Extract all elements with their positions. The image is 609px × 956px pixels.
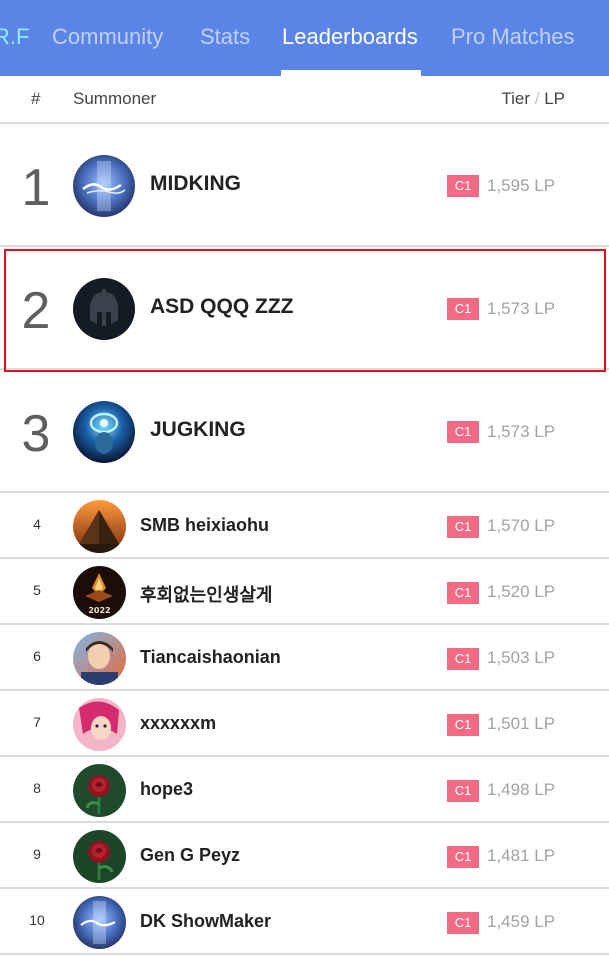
tier-badge: C1 [447, 648, 479, 670]
lp-header-label: LP [544, 89, 565, 108]
summoner-name[interactable]: Tiancaishaonian [140, 647, 281, 668]
league-points: 1,520 LP [487, 582, 556, 601]
summoner-name[interactable]: ASD QQQ ZZZ [150, 295, 294, 319]
rank-number: 5 [33, 582, 41, 598]
summoner-name[interactable]: DK ShowMaker [140, 911, 271, 932]
top-nav-tabs: R.F Community Stats Leaderboards Pro Mat… [0, 0, 609, 76]
tab-rf[interactable]: R.F [0, 24, 29, 50]
leaderboard-row[interactable]: 2 ASD QQQ ZZZ C1 1,573 LP [0, 247, 609, 370]
leaderboard-column-header: # Summoner Tier / LP [0, 76, 609, 124]
league-points: 1,503 LP [487, 648, 556, 667]
rank-number: 10 [29, 912, 45, 928]
rose-avatar [73, 830, 126, 883]
portrait-avatar [73, 632, 126, 685]
rank-number: 2 [21, 282, 51, 340]
league-points: 1,570 LP [487, 516, 556, 535]
summoner-name[interactable]: Gen G Peyz [140, 845, 240, 866]
2022-emblem-avatar: 2022 [73, 566, 126, 619]
svg-text:2022: 2022 [88, 606, 110, 615]
rank-number: 8 [33, 780, 41, 796]
tier-badge: C1 [447, 175, 479, 197]
leaderboard-row[interactable]: 1 MIDKING C1 1,595 LP [0, 124, 609, 247]
leaderboard-row[interactable]: 8 hope3 C1 1,498 LP [0, 757, 609, 823]
tier-badge: C1 [447, 780, 479, 802]
tier-badge: C1 [447, 516, 479, 538]
rank-number: 9 [33, 846, 41, 862]
rank-number: 3 [21, 405, 51, 463]
summoner-name[interactable]: hope3 [140, 779, 193, 800]
tab-leaderboards[interactable]: Leaderboards [282, 24, 418, 50]
tier-lp-column-header: Tier / LP [501, 89, 565, 109]
tier-badge: C1 [447, 421, 479, 443]
header-separator: / [534, 89, 540, 108]
summoner-name[interactable]: 후회없는인생살게 [140, 581, 272, 607]
pyramid-avatar [73, 500, 126, 553]
pink-hair-champion-avatar [73, 698, 126, 751]
rank-number: 7 [33, 714, 41, 730]
summoner-name[interactable]: SMB heixiaohu [140, 515, 269, 536]
rank-number: 1 [21, 159, 51, 217]
tier-badge: C1 [447, 714, 479, 736]
leaderboard-row[interactable]: 6 Tiancaishaonian C1 1,503 LP [0, 625, 609, 691]
blue-eye-mage-avatar [73, 401, 135, 463]
tab-pro-matches[interactable]: Pro Matches [451, 24, 575, 50]
leaderboard-row[interactable]: 5 2022 후회없는인생살게 C1 1,520 LP [0, 559, 609, 625]
tier-badge: C1 [447, 298, 479, 320]
showmaker-avatar [73, 155, 135, 217]
summoner-column-header: Summoner [73, 89, 157, 108]
spartan-helmet-avatar [73, 278, 135, 340]
leaderboard-row[interactable]: 9 Gen G Peyz C1 1,481 LP [0, 823, 609, 889]
tab-community[interactable]: Community [52, 24, 163, 50]
league-points: 1,573 LP [487, 299, 556, 318]
leaderboard-row[interactable]: 4 SMB heixiaohu C1 1,570 LP [0, 493, 609, 559]
league-points: 1,595 LP [487, 176, 556, 195]
league-points: 1,501 LP [487, 714, 556, 733]
league-points: 1,498 LP [487, 780, 556, 799]
rose-avatar [73, 764, 126, 817]
league-points: 1,573 LP [487, 422, 556, 441]
rank-number: 6 [33, 648, 41, 664]
leaderboard-list: 1 MIDKING C1 1,595 LP 2 ASD QQQ ZZZ C1 1… [0, 124, 609, 955]
summoner-name[interactable]: MIDKING [150, 172, 241, 196]
tier-badge: C1 [447, 912, 479, 934]
summoner-name[interactable]: xxxxxxm [140, 713, 216, 734]
league-points: 1,459 LP [487, 912, 556, 931]
leaderboard-row[interactable]: 7 xxxxxxm C1 1,501 LP [0, 691, 609, 757]
league-points: 1,481 LP [487, 846, 556, 865]
tier-badge: C1 [447, 582, 479, 604]
tier-badge: C1 [447, 846, 479, 868]
tier-header-label: Tier [501, 89, 530, 108]
leaderboard-row[interactable]: 3 JUGKING C1 1,573 LP [0, 370, 609, 493]
leaderboard-row[interactable]: 10 DK ShowMaker C1 1,459 LP [0, 889, 609, 955]
rank-number: 4 [33, 516, 41, 532]
summoner-name[interactable]: JUGKING [150, 418, 246, 442]
rank-column-header: # [31, 89, 41, 108]
showmaker-avatar [73, 896, 126, 949]
tab-stats[interactable]: Stats [200, 24, 250, 50]
